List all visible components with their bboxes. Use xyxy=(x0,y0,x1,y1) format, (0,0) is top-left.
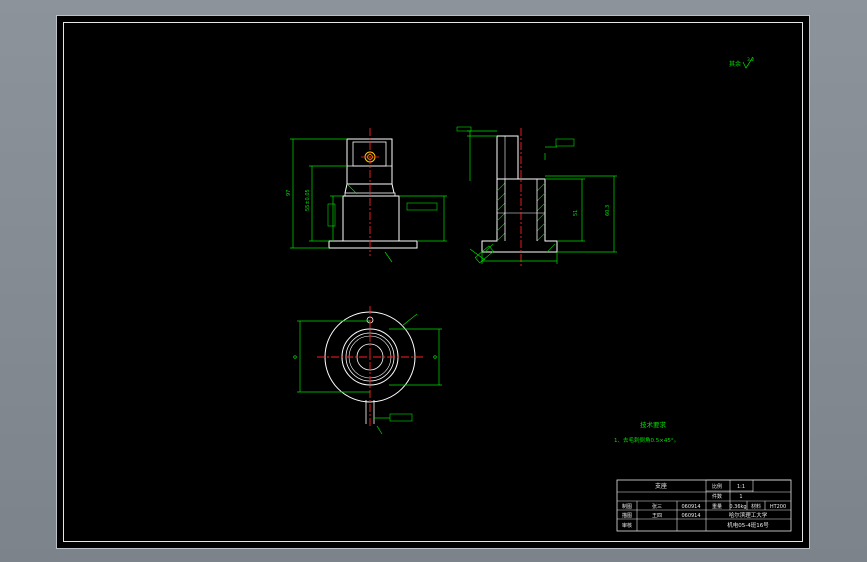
title-class: 机电05-4班16号 xyxy=(727,521,769,529)
cad-viewport[interactable]: 97 55±0.05 60.3 51 Φ Φ 其余 3.2 技术要求 1、去毛刺… xyxy=(56,15,810,549)
svg-text:55±0.05: 55±0.05 xyxy=(305,189,311,211)
title-checked-label: 描图 xyxy=(622,512,632,519)
title-material-label: 材料 xyxy=(751,503,761,510)
title-weight-label: 重量 xyxy=(712,503,722,510)
title-approved-label: 审核 xyxy=(622,522,632,529)
title-school: 哈尔滨理工大学 xyxy=(729,511,768,519)
svg-text:60.3: 60.3 xyxy=(605,205,611,216)
title-drawn-label: 制图 xyxy=(622,503,632,510)
front-view-body xyxy=(342,195,400,242)
front-view-base xyxy=(328,240,418,249)
title-part-name: 支座 xyxy=(655,482,667,490)
title-weight-value: 0.36kg xyxy=(729,504,746,510)
title-material-value: HT200 xyxy=(770,504,786,510)
notes-line-1: 1、去毛刺倒角0.5×45°。 xyxy=(614,436,679,444)
title-checked-date: 060914 xyxy=(681,513,700,519)
svg-text:97: 97 xyxy=(286,190,292,196)
notes-title: 技术要求 xyxy=(640,420,667,429)
section-view: 60.3 51 xyxy=(456,126,617,266)
svg-text:Φ: Φ xyxy=(293,355,299,359)
roughness-symbol-label: 其余 xyxy=(729,60,741,68)
svg-text:51: 51 xyxy=(573,210,579,216)
top-view: Φ Φ xyxy=(293,306,442,435)
title-drawn-name: 张三 xyxy=(652,503,662,510)
title-scale-value: 1:1 xyxy=(737,484,745,490)
roughness-symbol: 其余 3.2 xyxy=(729,56,754,69)
title-scale-label: 比例 xyxy=(712,483,722,490)
title-qty-label: 件数 xyxy=(712,493,722,500)
technical-drawing: 97 55±0.05 60.3 51 Φ Φ 其余 3.2 技术要求 1、去毛刺… xyxy=(286,56,792,532)
roughness-value: 3.2 xyxy=(747,57,754,63)
title-checked-name: 王四 xyxy=(652,513,662,519)
front-view: 97 55±0.05 xyxy=(286,128,447,263)
title-qty-value: 1 xyxy=(739,494,742,500)
title-drawn-date: 060914 xyxy=(681,504,700,510)
svg-text:Φ: Φ xyxy=(433,355,439,359)
title-block: 支座 比例 1:1 件数 1 制图 张三 060914 重量 0.36kg 材料… xyxy=(616,479,792,532)
